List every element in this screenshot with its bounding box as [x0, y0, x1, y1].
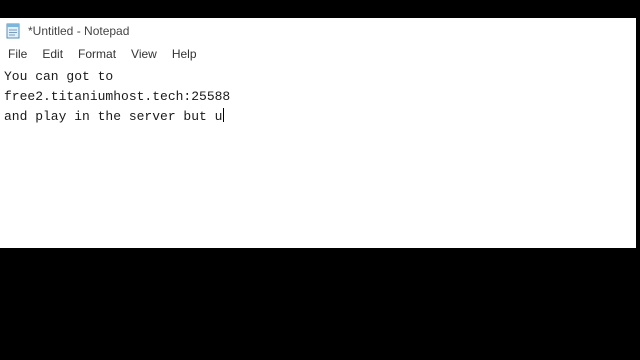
menu-help[interactable]: Help [166, 47, 203, 61]
text-caret [223, 108, 225, 122]
editor-line: free2.titaniumhost.tech:25588 [4, 89, 231, 104]
menu-format[interactable]: Format [72, 47, 122, 61]
menu-file[interactable]: File [2, 47, 33, 61]
title-bar[interactable]: *Untitled - Notepad [0, 18, 636, 43]
screen: *Untitled - Notepad File Edit Format Vie… [0, 0, 640, 360]
black-area [0, 248, 640, 360]
editor-line: You can got to [4, 69, 114, 84]
window-title: *Untitled - Notepad [28, 23, 130, 38]
menu-bar: File Edit Format View Help [0, 43, 636, 65]
editor-line: and play in the server but u [4, 108, 225, 124]
notepad-window: *Untitled - Notepad File Edit Format Vie… [0, 18, 636, 248]
menu-view[interactable]: View [125, 47, 163, 61]
text-editor[interactable]: You can got to free2.titaniumhost.tech:2… [0, 66, 636, 248]
menu-edit[interactable]: Edit [36, 47, 69, 61]
notepad-icon [6, 23, 20, 39]
